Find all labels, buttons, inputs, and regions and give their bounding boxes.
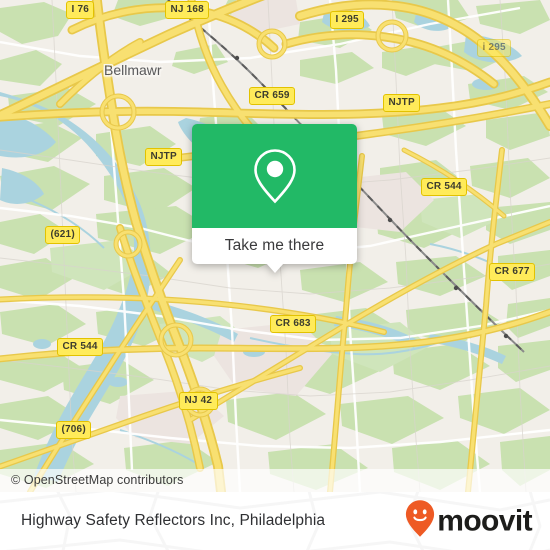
location-title: Highway Safety Reflectors Inc, Philadelp… [21, 512, 326, 529]
road-shield-621[interactable]: (621) [45, 226, 81, 244]
road-shield-706[interactable]: (706) [56, 421, 92, 439]
moovit-wordmark: moovit [437, 504, 532, 537]
road-shield-cr544-e[interactable]: CR 544 [421, 178, 468, 196]
road-shield-njtp-w[interactable]: NJTP [145, 148, 183, 166]
road-shield-i295-ne[interactable]: i 295 [477, 39, 512, 57]
moovit-map-screenshot: Bellmawr I 76 NJ 168 I 295 i 295 CR 659 … [0, 0, 550, 550]
map-pin-icon [252, 147, 298, 205]
osm-attribution[interactable]: © OpenStreetMap contributors [0, 469, 550, 492]
footer-bar: Highway Safety Reflectors Inc, Philadelp… [0, 492, 550, 550]
road-shield-nj42[interactable]: NJ 42 [179, 392, 218, 410]
road-shield-cr677[interactable]: CR 677 [489, 263, 536, 281]
take-me-there-label: Take me there [224, 237, 325, 254]
road-shield-cr659[interactable]: CR 659 [249, 87, 296, 105]
road-shield-njtp-ne[interactable]: NJTP [383, 94, 421, 112]
road-shield-cr683[interactable]: CR 683 [270, 315, 317, 333]
road-shield-i295-nw[interactable]: I 295 [330, 11, 365, 29]
road-shield-i76[interactable]: I 76 [66, 1, 95, 19]
popup-header [192, 124, 357, 228]
moovit-smiley-pin-icon [405, 500, 435, 543]
popup-pointer-tail [265, 263, 284, 273]
popup-body[interactable]: Take me there [192, 228, 357, 273]
location-popup-card[interactable]: Take me there [192, 124, 357, 273]
road-shield-nj168[interactable]: NJ 168 [165, 1, 210, 19]
map-canvas[interactable]: Bellmawr I 76 NJ 168 I 295 i 295 CR 659 … [0, 0, 550, 492]
road-shield-cr544-w[interactable]: CR 544 [57, 338, 104, 356]
moovit-logo[interactable]: moovit [405, 500, 533, 543]
map-place-label: Bellmawr [104, 62, 162, 78]
